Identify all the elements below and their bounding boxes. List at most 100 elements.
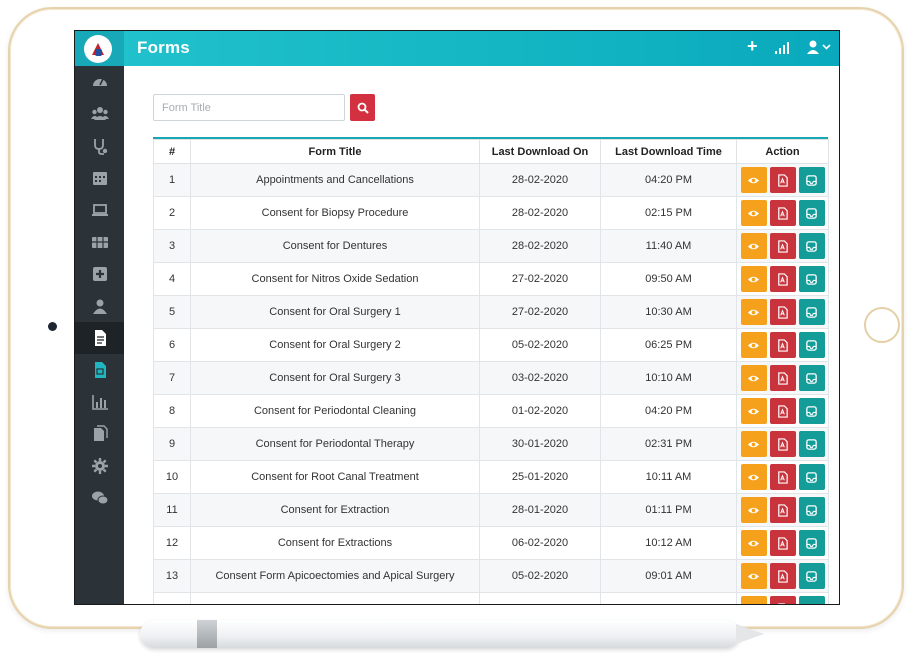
send-button[interactable]: [798, 563, 825, 589]
row-form-title: Appointments and Cancellations: [190, 163, 480, 197]
pdf-button[interactable]: [769, 200, 796, 226]
send-button[interactable]: [798, 233, 825, 259]
table-row: 14Consent Form Intravenous Sedation11-02…: [153, 592, 829, 604]
row-number: 5: [153, 295, 191, 329]
table-row: 6 Consent for Oral Surgery 2 05-02-2020 06:…: [153, 328, 829, 362]
send-button[interactable]: [798, 497, 825, 523]
view-button[interactable]: [740, 233, 767, 259]
row-last-download-on: 30-01-2020: [479, 427, 601, 461]
view-button[interactable]: [740, 563, 767, 589]
row-last-download-on: 25-01-2020: [479, 460, 601, 494]
row-last-download-on: 06-02-2020: [479, 526, 601, 560]
view-button[interactable]: [740, 365, 767, 391]
pdf-button[interactable]: [769, 365, 796, 391]
row-last-download-time: 10:30 AM: [600, 295, 737, 329]
send-button[interactable]: [798, 596, 825, 604]
send-button[interactable]: [798, 464, 825, 490]
view-button[interactable]: [740, 167, 767, 193]
send-button[interactable]: [798, 530, 825, 556]
row-number: 10: [153, 460, 191, 494]
sidebar-item-messages[interactable]: [75, 482, 124, 514]
sidebar-item-patients[interactable]: [75, 98, 124, 130]
search-button[interactable]: [350, 94, 375, 121]
home-button[interactable]: [864, 307, 900, 343]
view-button[interactable]: [740, 299, 767, 325]
header-form-title[interactable]: Form Title: [190, 139, 480, 164]
row-form-title: Consent for Root Canal Treatment: [190, 460, 480, 494]
view-button[interactable]: [740, 398, 767, 424]
pdf-button[interactable]: [769, 332, 796, 358]
sidebar-item-dashboard[interactable]: [75, 66, 124, 98]
eye-icon: [747, 540, 760, 546]
calendar-icon: [92, 172, 107, 185]
search-icon: [357, 102, 369, 114]
row-form-title: Consent for Periodontal Cleaning: [190, 394, 480, 428]
pdf-button[interactable]: [769, 167, 796, 193]
pdf-button[interactable]: [769, 266, 796, 292]
send-button[interactable]: [798, 332, 825, 358]
view-button[interactable]: [740, 200, 767, 226]
stethoscope-icon: [93, 139, 107, 155]
pdf-button[interactable]: [769, 431, 796, 457]
pdf-button[interactable]: [769, 464, 796, 490]
header-last-download-on[interactable]: Last Download On: [479, 139, 601, 164]
eye-icon: [747, 375, 760, 381]
send-button[interactable]: [798, 266, 825, 292]
eye-icon: [747, 342, 760, 348]
user-menu-icon[interactable]: [807, 40, 833, 59]
eye-icon: [747, 474, 760, 480]
send-button[interactable]: [798, 299, 825, 325]
pdf-button[interactable]: [769, 563, 796, 589]
pdf-button[interactable]: [769, 233, 796, 259]
view-button[interactable]: [740, 431, 767, 457]
send-button[interactable]: [798, 365, 825, 391]
sidebar-item-files[interactable]: [75, 418, 124, 450]
view-button[interactable]: [740, 530, 767, 556]
pdf-button[interactable]: [769, 299, 796, 325]
row-last-download-on: 27-02-2020: [479, 295, 601, 329]
sidebar-item-chart[interactable]: [75, 226, 124, 258]
main-content: # Form Title Last Download On Last Downl…: [124, 66, 839, 604]
pdf-button[interactable]: [769, 596, 796, 604]
pdf-button[interactable]: [769, 530, 796, 556]
send-button[interactable]: [798, 398, 825, 424]
view-button[interactable]: [740, 596, 767, 604]
sidebar-item-computer[interactable]: [75, 194, 124, 226]
sidebar-item-forms[interactable]: [75, 322, 124, 354]
add-icon[interactable]: +: [747, 36, 758, 57]
inbox-icon: [806, 405, 817, 417]
row-actions: [736, 526, 829, 560]
sidebar-item-reports[interactable]: [75, 386, 124, 418]
logo-area[interactable]: [75, 31, 124, 66]
sidebar-item-settings[interactable]: [75, 450, 124, 482]
row-last-download-time: 09:01 AM: [600, 559, 737, 593]
inbox-icon: [807, 603, 816, 604]
pdf-button[interactable]: [769, 398, 796, 424]
pdf-button[interactable]: [769, 497, 796, 523]
row-last-download-time: 10:12 AM: [600, 526, 737, 560]
view-button[interactable]: [740, 497, 767, 523]
row-actions: [736, 262, 829, 296]
dashboard-icon: [92, 78, 107, 86]
sidebar-item-staff[interactable]: [75, 290, 124, 322]
sidebar-item-clinical[interactable]: [75, 130, 124, 162]
row-last-download-time: 01:11 PM: [600, 493, 737, 527]
send-button[interactable]: [798, 167, 825, 193]
inbox-icon: [806, 207, 817, 219]
document-edit-icon: [94, 362, 106, 378]
row-last-download-on: 05-02-2020: [479, 559, 601, 593]
row-last-download-on: 28-02-2020: [479, 196, 601, 230]
view-button[interactable]: [740, 332, 767, 358]
sidebar-item-documents[interactable]: [75, 354, 124, 386]
signal-icon[interactable]: [775, 41, 789, 59]
header-last-download-time[interactable]: Last Download Time: [600, 139, 737, 164]
sidebar-item-medical[interactable]: [75, 258, 124, 290]
send-button[interactable]: [798, 200, 825, 226]
row-form-title: Consent for Oral Surgery 1: [190, 295, 480, 329]
sidebar-item-calendar[interactable]: [75, 162, 124, 194]
row-form-title: Consent for Extractions: [190, 526, 480, 560]
form-title-search-input[interactable]: [153, 94, 345, 121]
view-button[interactable]: [740, 464, 767, 490]
send-button[interactable]: [798, 431, 825, 457]
view-button[interactable]: [740, 266, 767, 292]
